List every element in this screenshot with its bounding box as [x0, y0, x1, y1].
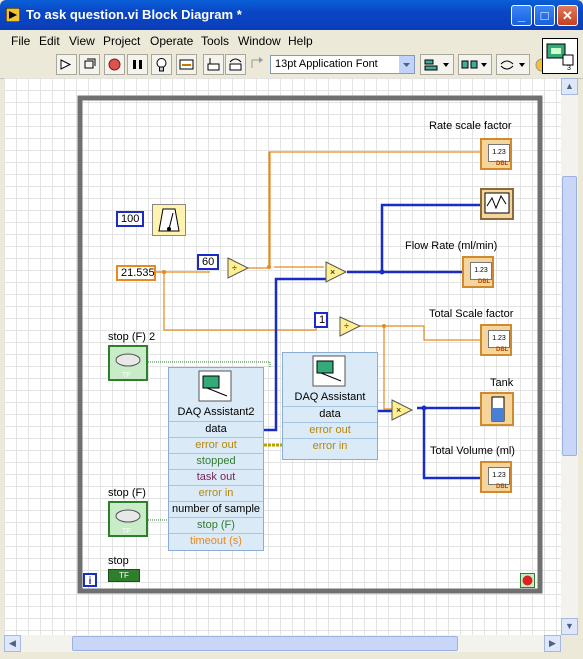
waveform-chart-icon[interactable] — [480, 188, 514, 220]
daq2-task-out-terminal[interactable]: task out — [169, 469, 263, 485]
menu-window[interactable]: Window — [238, 34, 281, 48]
divide-node-2 — [339, 316, 362, 337]
stop-f2-label: stop (F) 2 — [108, 331, 156, 343]
font-select-value: 13pt Application Font — [275, 58, 378, 70]
indicator-type: DBL — [478, 279, 491, 285]
constant-21535[interactable]: 21.535 — [116, 265, 156, 281]
menu-tools[interactable]: Tools — [201, 34, 229, 48]
rate-scale-factor-indicator[interactable]: 1.23 DBL — [480, 138, 512, 170]
close-button[interactable]: ✕ — [557, 5, 578, 26]
run-arrow-icon[interactable] — [56, 54, 77, 75]
indicator-type: DBL — [496, 161, 509, 167]
window-title: To ask question.vi Block Diagram * — [26, 7, 242, 22]
daq-assistant-title: DAQ Assistant — [294, 391, 366, 403]
daq2-stopped-terminal[interactable]: stopped — [169, 453, 263, 469]
total-scale-factor-label: Total Scale factor — [429, 308, 514, 320]
indicator-type: DBL — [496, 484, 509, 490]
indicator-value: 1.23 — [488, 467, 510, 485]
daq-error-out-terminal[interactable]: error out — [283, 422, 377, 438]
scroll-right-icon[interactable]: ▶ — [544, 635, 561, 652]
stop-f-label: stop (F) — [108, 487, 146, 499]
daq2-number-of-sample-terminal[interactable]: number of sample — [169, 501, 263, 517]
multiply-node-1 — [325, 261, 348, 283]
svg-text:÷: ÷ — [232, 263, 237, 273]
menu-view[interactable]: View — [69, 34, 95, 48]
step-over-icon[interactable] — [225, 54, 246, 75]
highlight-execution-icon[interactable] — [151, 54, 172, 75]
daq2-stop-terminal[interactable]: stop (F) — [169, 517, 263, 533]
wait-ms-icon[interactable] — [152, 204, 186, 236]
menu-edit[interactable]: Edit — [39, 34, 60, 48]
chevron-down-icon[interactable] — [399, 56, 414, 73]
menu-operate[interactable]: Operate — [150, 34, 193, 48]
indicator-value: 1.23 — [488, 144, 510, 162]
daq2-error-in-terminal[interactable]: error in — [169, 485, 263, 501]
flow-rate-label: Flow Rate (ml/min) — [405, 240, 498, 252]
svg-text:÷: ÷ — [344, 321, 349, 331]
minimize-button[interactable]: _ — [511, 5, 532, 26]
loop-iteration-terminal[interactable]: i — [83, 573, 97, 587]
divide-node-1 — [227, 257, 250, 279]
pause-icon[interactable] — [127, 54, 148, 75]
menu-project[interactable]: Project — [103, 34, 140, 48]
tank-indicator-icon[interactable] — [480, 392, 514, 426]
stop-label: stop — [108, 555, 129, 567]
indicator-value: 1.23 — [488, 330, 510, 348]
stop-control[interactable]: TF — [108, 569, 140, 582]
total-scale-factor-indicator[interactable]: 1.23 DBL — [480, 324, 512, 356]
align-objects-icon[interactable] — [420, 54, 454, 75]
svg-text:×: × — [396, 405, 401, 415]
distribute-objects-icon[interactable] — [458, 54, 492, 75]
tank-label: Tank — [490, 377, 514, 389]
constant-1[interactable]: 1 — [314, 312, 328, 328]
menu-file[interactable]: File — [11, 34, 30, 48]
block-diagram-canvas[interactable]: ÷ × ÷ × i 100 60 21.535 1 Rate scale fac… — [4, 78, 561, 635]
daq-data-terminal[interactable]: data — [283, 406, 377, 422]
constant-100[interactable]: 100 — [116, 211, 144, 227]
daq2-data-terminal[interactable]: data — [169, 421, 263, 437]
svg-text:TF: TF — [122, 528, 131, 535]
horizontal-scroll-thumb[interactable] — [72, 636, 458, 651]
font-select[interactable]: 13pt Application Font — [270, 55, 415, 74]
step-out-icon[interactable] — [247, 54, 268, 75]
abort-icon[interactable] — [104, 54, 125, 75]
step-into-icon[interactable] — [203, 54, 224, 75]
stop-f-control[interactable]: TF — [108, 501, 148, 537]
daq2-timeout-terminal[interactable]: timeout (s) — [169, 533, 263, 549]
daq-icon — [169, 368, 263, 406]
vertical-scroll-thumb[interactable] — [562, 176, 577, 456]
scroll-up-icon[interactable]: ▲ — [561, 78, 578, 95]
vertical-scrollbar[interactable]: ▲ ▼ — [561, 78, 578, 635]
scroll-down-icon[interactable]: ▼ — [561, 618, 578, 635]
svg-text:×: × — [330, 267, 335, 277]
daq-error-in-terminal[interactable]: error in — [283, 438, 377, 454]
scroll-left-icon[interactable]: ◀ — [4, 635, 21, 652]
total-volume-indicator[interactable]: 1.23 DBL — [480, 461, 512, 493]
svg-text:3: 3 — [567, 65, 571, 72]
reorder-icon[interactable] — [496, 54, 530, 75]
horizontal-scrollbar[interactable]: ◀ ▶ — [4, 635, 561, 652]
tf-label: TF — [122, 372, 131, 379]
daq-assistant2-title: DAQ Assistant2 — [177, 406, 255, 418]
daq-assistant2-node[interactable]: DAQ Assistant2 data error out stopped ta… — [168, 367, 264, 551]
daq2-error-out-terminal[interactable]: error out — [169, 437, 263, 453]
menu-help[interactable]: Help — [288, 34, 313, 48]
multiply-node-2 — [391, 399, 414, 421]
retain-wire-values-icon[interactable] — [176, 54, 197, 75]
indicator-value: 1.23 — [470, 262, 492, 280]
indicator-type: DBL — [496, 347, 509, 353]
labview-app-icon — [6, 8, 20, 22]
flow-rate-indicator[interactable]: 1.23 DBL — [462, 256, 494, 288]
stop-f2-control[interactable]: TF — [108, 345, 148, 381]
rate-scale-factor-label: Rate scale factor — [429, 120, 512, 132]
constant-60[interactable]: 60 — [197, 254, 219, 270]
while-loop-border — [77, 95, 543, 594]
maximize-button[interactable]: □ — [534, 5, 555, 26]
run-continuously-icon[interactable] — [79, 54, 100, 75]
total-volume-label: Total Volume (ml) — [430, 445, 515, 457]
daq-assistant-node[interactable]: DAQ Assistant data error out error in — [282, 352, 378, 460]
daq-icon — [283, 353, 377, 391]
loop-condition-terminal[interactable] — [520, 573, 535, 588]
vi-icon[interactable]: 3 — [542, 38, 578, 74]
